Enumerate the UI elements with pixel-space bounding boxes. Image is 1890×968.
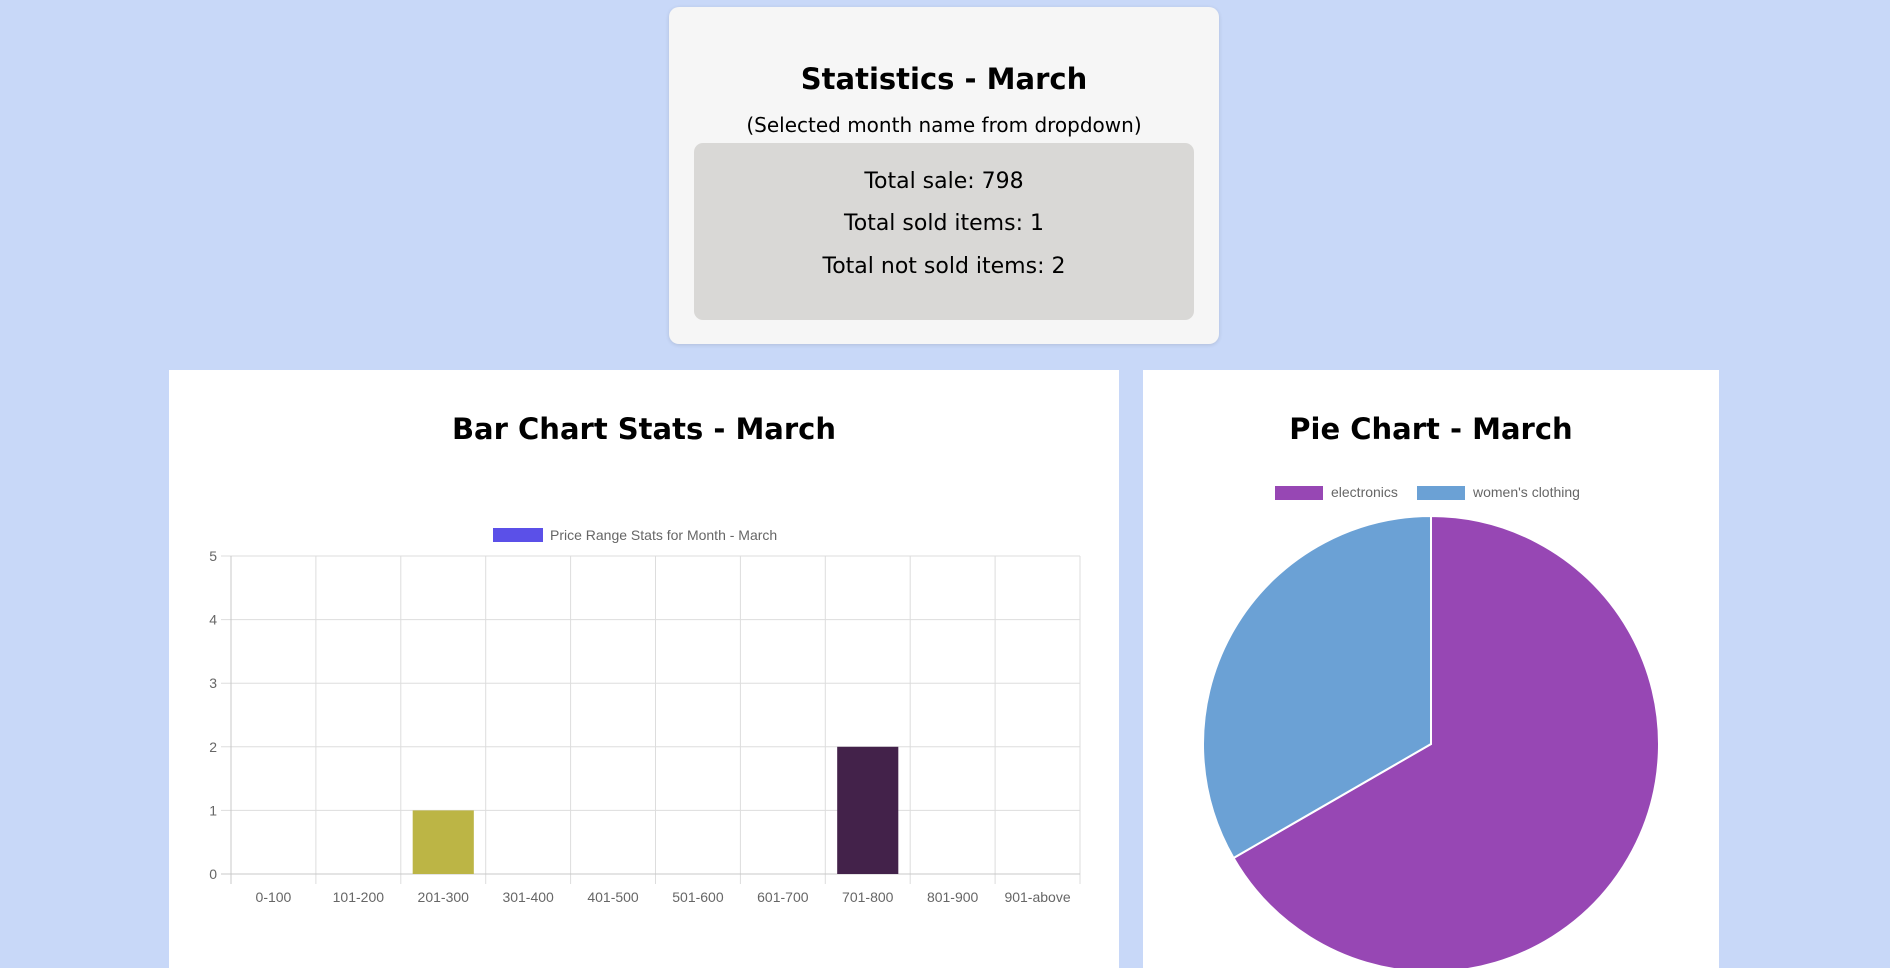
legend-swatch-womens-clothing — [1417, 486, 1465, 500]
x-tick-label: 401-500 — [587, 889, 639, 905]
legend-label-womens-clothing: women's clothing — [1472, 484, 1580, 500]
pie-chart-legend: electronics women's clothing — [1275, 484, 1580, 500]
x-tick-label: 601-700 — [757, 889, 809, 905]
y-tick-label: 5 — [209, 548, 217, 564]
legend-label-electronics: electronics — [1331, 484, 1398, 500]
x-tick-label: 0-100 — [256, 889, 292, 905]
legend-swatch — [493, 528, 543, 542]
bar-chart: Price Range Stats for Month - March 0 1 2 3 4… — [209, 527, 1081, 905]
y-tick-label: 1 — [209, 802, 217, 818]
y-tick-label: 4 — [209, 612, 217, 628]
pie-chart-panel: Pie Chart - March electronics women's clo… — [1143, 370, 1719, 968]
bar-701-800 — [837, 746, 899, 874]
bar-chart-legend: Price Range Stats for Month - March — [493, 527, 777, 543]
bar-201-300 — [412, 810, 474, 874]
x-tick-label: 501-600 — [672, 889, 724, 905]
statistics-subtitle: (Selected month name from dropdown) — [746, 113, 1142, 137]
x-tick-label: 301-400 — [502, 889, 554, 905]
bar-chart-panel: Bar Chart Stats - March Price Range Stat… — [169, 370, 1119, 968]
x-tick-label: 701-800 — [842, 889, 894, 905]
total-sold-items-text: Total sold items: 1 — [844, 211, 1044, 236]
x-tick-label: 201-300 — [418, 889, 470, 905]
x-tick-label: 801-900 — [927, 889, 979, 905]
statistics-title: Statistics - March — [800, 62, 1088, 96]
statistics-card: Statistics - March (Selected month name … — [669, 7, 1219, 344]
statistics-summary-box: Total sale: 798 Total sold items: 1 Tota… — [694, 143, 1194, 320]
y-tick-label: 0 — [209, 866, 217, 882]
y-tick-label: 2 — [209, 739, 217, 755]
total-not-sold-items-text: Total not sold items: 2 — [822, 254, 1066, 279]
x-tick-label: 101-200 — [333, 889, 385, 905]
legend-label: Price Range Stats for Month - March — [550, 527, 777, 543]
total-sale-text: Total sale: 798 — [864, 169, 1024, 194]
pie-chart: electronics women's clothing — [1202, 484, 1660, 968]
y-tick-label: 3 — [209, 675, 217, 691]
legend-swatch-electronics — [1275, 486, 1323, 500]
x-tick-label: 901-above — [1004, 889, 1070, 905]
